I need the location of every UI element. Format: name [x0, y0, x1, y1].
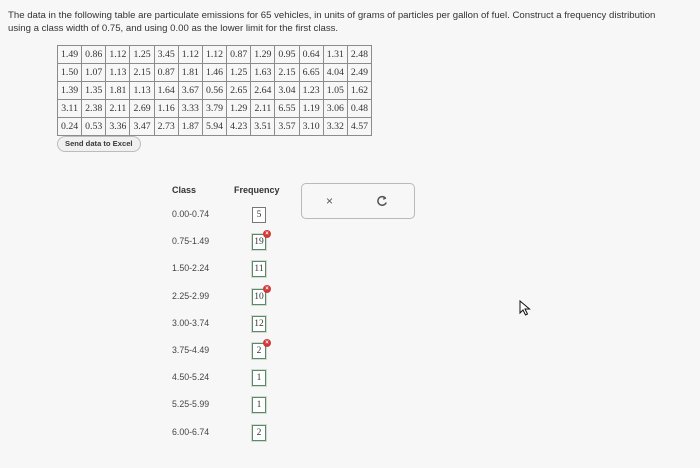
- data-table-cell: 1.29: [226, 99, 252, 118]
- data-table-cell: 0.86: [81, 45, 107, 64]
- data-table-row: 0.24 0.53 3.36 3.47 2.73 1.87 5.94 4.23 3.51 3.57…: [56, 117, 373, 136]
- data-table-cell: 1.87: [177, 117, 203, 136]
- class-label: 1.50-2.24: [172, 263, 210, 273]
- data-table-cell: 3.04: [274, 81, 300, 100]
- class-label: 3.75-4.49: [172, 345, 210, 355]
- data-table-cell: 1.16: [153, 99, 179, 118]
- data-table-cell: 4.57: [346, 117, 373, 136]
- data-table-cell: 0.87: [153, 63, 179, 82]
- data-table-cell: 2.49: [346, 63, 373, 82]
- data-table-cell: 1.63: [250, 63, 276, 82]
- data-table-cell: 5.94: [201, 117, 228, 136]
- data-table-cell: 2.38: [81, 99, 107, 118]
- data-table-cell: 1.29: [250, 45, 276, 64]
- data-table-cell: 0.64: [298, 45, 324, 64]
- data-table-cell: 1.39: [56, 81, 83, 100]
- data-table-cell: 1.50: [56, 63, 83, 82]
- class-label: 3.00-3.74: [172, 318, 210, 328]
- data-table-cell: 1.81: [177, 63, 203, 82]
- class-label: 5.25-5.99: [172, 399, 210, 409]
- data-table-cell: 1.64: [153, 81, 179, 100]
- data-table-cell: 1.25: [129, 45, 155, 64]
- undo-icon[interactable]: [374, 193, 390, 209]
- data-table-cell: 1.13: [129, 81, 155, 100]
- data-table-cell: 1.07: [81, 63, 107, 82]
- data-table-cell: 1.12: [105, 45, 131, 64]
- data-table-cell: 3.57: [274, 117, 300, 136]
- data-table-cell: 1.81: [105, 81, 131, 100]
- class-label: 0.00-0.74: [172, 209, 210, 219]
- data-table-cell: 2.11: [105, 99, 131, 118]
- data-table-cell: 1.05: [322, 81, 348, 100]
- data-table-cell: 1.46: [201, 63, 228, 82]
- data-table-cell: 3.36: [105, 117, 131, 136]
- answer-tools-panel: ×: [301, 183, 415, 219]
- data-table-cell: 1.62: [346, 81, 373, 100]
- data-table-cell: 2.11: [250, 99, 276, 118]
- frequency-input[interactable]: 11: [252, 261, 266, 277]
- data-table-cell: 1.12: [201, 45, 228, 64]
- data-table-cell: 2.65: [226, 81, 252, 100]
- frequency-input[interactable]: 5: [252, 207, 266, 223]
- clear-icon[interactable]: ×: [326, 194, 333, 208]
- data-table-cell: 3.33: [177, 99, 203, 118]
- data-table-cell: 0.48: [346, 99, 373, 118]
- data-table-cell: 1.23: [298, 81, 324, 100]
- data-table-cell: 3.11: [56, 99, 83, 118]
- data-table-cell: 2.69: [129, 99, 155, 118]
- data-table-cell: 1.35: [81, 81, 107, 100]
- data-table-cell: 3.51: [250, 117, 276, 136]
- data-table-cell: 1.25: [226, 63, 252, 82]
- data-table-cell: 2.15: [274, 63, 300, 82]
- data-table-cell: 3.67: [177, 81, 203, 100]
- data-table-cell: 3.06: [322, 99, 348, 118]
- data-table-cell: 4.04: [322, 63, 348, 82]
- incorrect-mark-icon: ×: [263, 285, 271, 293]
- data-table-row: 3.11 2.38 2.11 2.69 1.16 3.33 3.79 1.29 2.11 6.55…: [56, 99, 373, 118]
- frequency-input[interactable]: 1: [252, 397, 266, 413]
- data-table-cell: 0.95: [274, 45, 300, 64]
- mouse-cursor-icon: [519, 300, 531, 316]
- data-table-cell: 1.49: [56, 45, 83, 64]
- data-table-cell: 3.79: [201, 99, 228, 118]
- send-to-excel-button[interactable]: Send data to Excel: [57, 136, 141, 152]
- data-table-cell: 4.23: [226, 117, 252, 136]
- data-table-cell: 2.64: [250, 81, 276, 100]
- data-table-cell: 3.47: [129, 117, 155, 136]
- frequency-input[interactable]: 1: [252, 370, 266, 386]
- data-table-row: 1.39 1.35 1.81 1.13 1.64 3.67 0.56 2.65 2.64 3.04…: [56, 81, 373, 100]
- data-table-cell: 6.65: [298, 63, 324, 82]
- frequency-column-header: Frequency: [234, 185, 280, 195]
- incorrect-mark-icon: ×: [263, 339, 271, 347]
- data-table-cell: 1.13: [105, 63, 131, 82]
- data-table-cell: 3.45: [153, 45, 179, 64]
- class-label: 6.00-6.74: [172, 427, 210, 437]
- class-column-header: Class: [172, 185, 197, 195]
- data-table-row: 1.50 1.07 1.13 2.15 0.87 1.81 1.46 1.25 1.63 2.15…: [56, 63, 373, 82]
- data-table-cell: 2.15: [129, 63, 155, 82]
- frequency-input[interactable]: 2: [252, 425, 266, 441]
- data-table-cell: 1.19: [298, 99, 324, 118]
- data-table-cell: 3.32: [322, 117, 348, 136]
- incorrect-mark-icon: ×: [263, 230, 271, 238]
- data-table-cell: 2.73: [153, 117, 179, 136]
- emissions-data-table: 1.49 0.86 1.12 1.25 3.45 1.12 1.12 0.87 1.29 0.95…: [56, 45, 373, 136]
- class-label: 4.50-5.24: [172, 372, 210, 382]
- data-table-row: 1.49 0.86 1.12 1.25 3.45 1.12 1.12 0.87 1.29 0.95…: [56, 45, 373, 64]
- question-prompt: The data in the following table are part…: [8, 10, 656, 34]
- data-table-cell: 2.48: [346, 45, 373, 64]
- data-table-cell: 0.53: [81, 117, 107, 136]
- data-table-cell: 3.10: [298, 117, 324, 136]
- data-table-cell: 0.87: [226, 45, 252, 64]
- data-table-cell: 1.31: [322, 45, 348, 64]
- data-table-cell: 0.24: [56, 117, 83, 136]
- class-label: 0.75-1.49: [172, 236, 210, 246]
- frequency-input[interactable]: 12: [252, 316, 266, 332]
- data-table-cell: 1.12: [177, 45, 203, 64]
- class-label: 2.25-2.99: [172, 291, 210, 301]
- data-table-cell: 0.56: [201, 81, 228, 100]
- data-table-cell: 6.55: [274, 99, 300, 118]
